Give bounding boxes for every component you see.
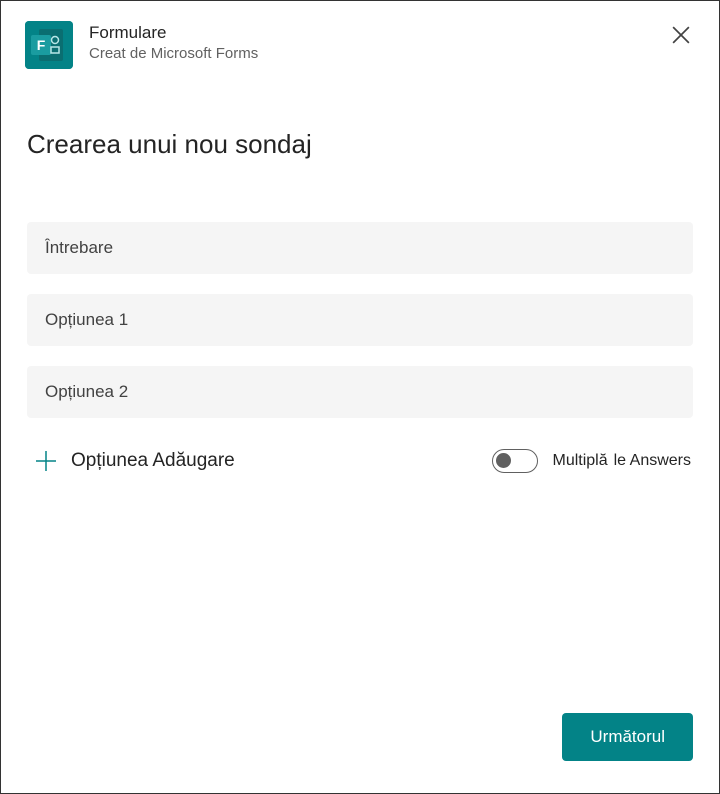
dialog-footer: Următorul xyxy=(562,713,693,761)
svg-text:F: F xyxy=(37,37,46,53)
main-content: Crearea unui nou sondaj Opțiunea Adăugar… xyxy=(1,69,719,476)
toggle-label-secondary: le Answers xyxy=(614,452,691,470)
toggle-thumb xyxy=(496,453,511,468)
multiple-answers-toggle[interactable] xyxy=(492,449,538,473)
options-row: Opțiunea Adăugare Multiplă le Answers xyxy=(27,446,693,476)
app-subtitle: Creat de Microsoft Forms xyxy=(89,45,258,62)
app-title: Formulare xyxy=(89,23,258,43)
close-button[interactable] xyxy=(665,19,697,51)
next-button[interactable]: Următorul xyxy=(562,713,693,761)
dialog-container: F Formulare Creat de Microsoft Forms Cre… xyxy=(0,0,720,794)
add-option-label: Opțiunea Adăugare xyxy=(71,450,235,472)
close-icon xyxy=(672,26,690,44)
toggle-label-primary: Multiplă xyxy=(552,452,607,470)
page-title: Crearea unui nou sondaj xyxy=(27,129,693,160)
option-1-input[interactable] xyxy=(27,294,693,346)
question-input[interactable] xyxy=(27,222,693,274)
toggle-labels: Multiplă le Answers xyxy=(552,452,691,470)
header-text-block: Formulare Creat de Microsoft Forms xyxy=(89,21,258,62)
add-option-button[interactable]: Opțiunea Adăugare xyxy=(29,446,241,476)
option-2-input[interactable] xyxy=(27,366,693,418)
multiple-answers-group: Multiplă le Answers xyxy=(492,449,691,473)
dialog-header: F Formulare Creat de Microsoft Forms xyxy=(1,1,719,69)
forms-icon: F xyxy=(25,21,73,69)
plus-icon xyxy=(35,450,57,472)
forms-app-icon: F xyxy=(25,21,73,69)
